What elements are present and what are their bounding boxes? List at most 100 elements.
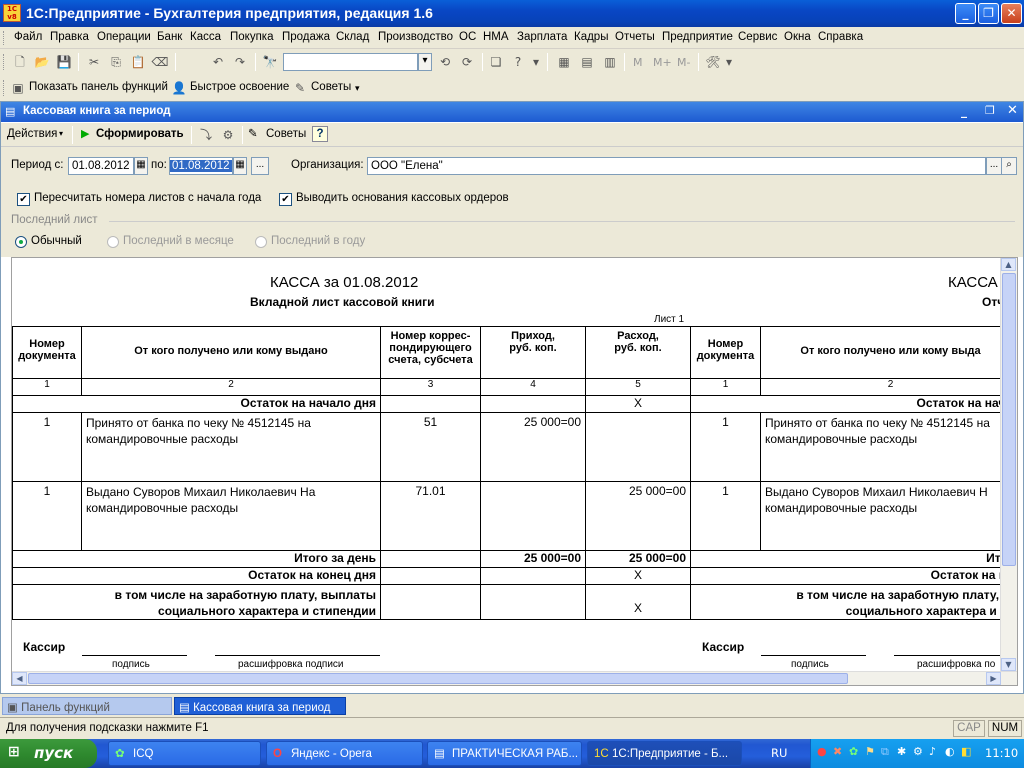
memory-plus-button[interactable]: M+ [653, 56, 672, 69]
horizontal-scroll-thumb[interactable] [28, 673, 848, 684]
scroll-up-button[interactable]: ▲ [1001, 258, 1016, 271]
organization-input[interactable]: ООО "Елена" [367, 157, 986, 175]
minimize-button[interactable]: _ [955, 3, 976, 24]
scroll-left-button[interactable]: ◀ [12, 672, 27, 685]
tab-functions-panel[interactable]: ▣ Панель функций [2, 697, 172, 715]
calendar-icon[interactable]: ▤ [578, 53, 596, 71]
functions-panel-icon[interactable]: ▣ [10, 79, 26, 97]
network-icon[interactable]: ⧉ [881, 745, 889, 759]
cut-icon[interactable]: ✂ [85, 53, 103, 71]
tray-icon-4[interactable]: ⚑ [865, 745, 875, 758]
show-order-basis-checkbox[interactable]: ✔ [279, 193, 292, 206]
windows-icon[interactable]: ❏ [487, 53, 505, 71]
delete-icon[interactable]: ⌫ [151, 53, 169, 71]
chevron-down-icon[interactable]: ▾ [724, 53, 734, 71]
start-button[interactable]: ⊞ пуск [0, 739, 97, 768]
tray-icon-2[interactable]: ✖ [833, 745, 842, 758]
menu-bank[interactable]: Банк [157, 31, 182, 43]
table-icon[interactable]: ▥ [601, 53, 619, 71]
expand-icon[interactable]: ⤵ [197, 126, 215, 144]
tray-icon-10[interactable]: ◧ [961, 745, 971, 758]
help-icon[interactable]: ? [509, 53, 527, 71]
menu-warehouse[interactable]: Склад [336, 31, 369, 43]
menu-intangibles[interactable]: НМА [483, 31, 509, 43]
tab-cash-book[interactable]: ▤ Кассовая книга за период [174, 697, 346, 715]
volume-icon[interactable]: ♪ [929, 745, 936, 758]
calendar-icon[interactable]: ▦ [134, 157, 148, 175]
open-icon[interactable]: 📂 [33, 53, 51, 71]
radio-last-in-month[interactable] [107, 236, 119, 248]
doc-close-button[interactable]: ✕ [1007, 103, 1018, 118]
maximize-button[interactable]: ❐ [978, 3, 999, 24]
menu-salary[interactable]: Зарплата [517, 31, 567, 43]
scroll-right-button[interactable]: ▶ [986, 672, 1001, 685]
security-icon[interactable]: ✱ [897, 745, 906, 758]
calendar-icon[interactable]: ▦ [233, 157, 247, 175]
quick-learn-button[interactable]: Быстрое освоение [190, 81, 289, 93]
vertical-scrollbar[interactable]: ▲ ▼ [1000, 258, 1017, 673]
radio-last-in-year[interactable] [255, 236, 267, 248]
tips-button[interactable]: Советы [311, 81, 351, 93]
undo-icon[interactable]: ↶ [209, 53, 227, 71]
find-prev-icon[interactable]: ⟲ [436, 53, 454, 71]
close-button[interactable]: ✕ [1001, 3, 1022, 24]
chevron-down-icon[interactable]: ▾ [418, 53, 432, 71]
quick-learn-icon[interactable]: 👤 [171, 79, 187, 97]
window-titlebar[interactable]: 1С v8 1С:Предприятие - Бухгалтерия предп… [0, 0, 1024, 27]
vertical-scroll-thumb[interactable] [1002, 273, 1016, 566]
opera-tray-icon[interactable]: ● [817, 745, 827, 758]
scroll-down-button[interactable]: ▼ [1001, 658, 1016, 671]
show-functions-panel-button[interactable]: Показать панель функций [29, 81, 168, 93]
find-next-icon[interactable]: ⟳ [458, 53, 476, 71]
horizontal-scrollbar[interactable]: ◀ ▶ [12, 671, 1017, 685]
save-icon[interactable]: 💾 [55, 53, 73, 71]
generate-button[interactable]: Сформировать [96, 128, 184, 140]
tools-icon[interactable]: 🛠 [704, 53, 722, 71]
period-from-input[interactable]: 01.08.2012 [68, 157, 134, 175]
tips-icon[interactable]: ✎ [292, 79, 308, 97]
paste-icon[interactable]: 📋 [129, 53, 147, 71]
help-icon[interactable]: ? [312, 126, 328, 142]
menu-help[interactable]: Справка [818, 31, 863, 43]
menu-reports[interactable]: Отчеты [615, 31, 655, 43]
memory-m-button[interactable]: M [633, 56, 643, 69]
actions-menu-button[interactable]: Действия [7, 128, 57, 140]
doc-tips-button[interactable]: Советы [266, 128, 306, 140]
task-icq[interactable]: ✿ ICQ [108, 741, 261, 766]
search-icon[interactable]: ⌕ [1001, 157, 1017, 175]
menu-enterprise[interactable]: Предприятие [662, 31, 733, 43]
recount-sheets-checkbox[interactable]: ✔ [17, 193, 30, 206]
radio-regular[interactable] [15, 236, 27, 248]
chevron-down-icon[interactable]: ▾ [531, 53, 541, 71]
task-1c[interactable]: 1С 1С:Предприятие - Б... [587, 741, 742, 766]
icq-tray-icon[interactable]: ✿ [849, 745, 858, 758]
report-spreadsheet[interactable]: КАССА за 01.08.2012 Вкладной лист кассов… [11, 257, 1018, 686]
period-to-input[interactable]: 01.08.2012 [170, 160, 232, 172]
doc-restore-button[interactable]: ❐ [985, 104, 995, 117]
task-word[interactable]: ▤ ПРАКТИЧЕСКАЯ РАБ... [427, 741, 582, 766]
chevron-down-icon[interactable]: ▾ [355, 84, 360, 94]
tray-icon-7[interactable]: ⚙ [913, 745, 923, 758]
copy-icon[interactable]: ⎘ [107, 53, 125, 71]
redo-icon[interactable]: ↷ [231, 53, 249, 71]
menu-windows[interactable]: Окна [784, 31, 811, 43]
menu-file[interactable]: Файл [14, 31, 42, 43]
menu-cash[interactable]: Касса [190, 31, 221, 43]
organization-select-button[interactable]: ... [986, 157, 1002, 175]
menu-hr[interactable]: Кадры [574, 31, 608, 43]
menu-sales[interactable]: Продажа [282, 31, 330, 43]
doc-minimize-button[interactable]: _ [961, 104, 967, 118]
menu-purchase[interactable]: Покупка [230, 31, 273, 43]
tray-icon-9[interactable]: ◐ [945, 745, 955, 758]
settings-icon[interactable]: ⚙ [219, 126, 237, 144]
document-titlebar[interactable]: ▤ Кассовая книга за период _ ❐ ✕ [1, 102, 1023, 122]
search-combo-input[interactable] [283, 53, 418, 71]
menu-production[interactable]: Производство [378, 31, 453, 43]
language-indicator[interactable]: RU [771, 746, 787, 760]
task-opera[interactable]: O Яндекс - Opera [266, 741, 423, 766]
menu-operations[interactable]: Операции [97, 31, 151, 43]
period-select-button[interactable]: ... [251, 157, 269, 175]
menu-service[interactable]: Сервис [738, 31, 777, 43]
find-icon[interactable]: 🔭 [261, 53, 279, 71]
menu-fixed-assets[interactable]: ОС [459, 31, 476, 43]
